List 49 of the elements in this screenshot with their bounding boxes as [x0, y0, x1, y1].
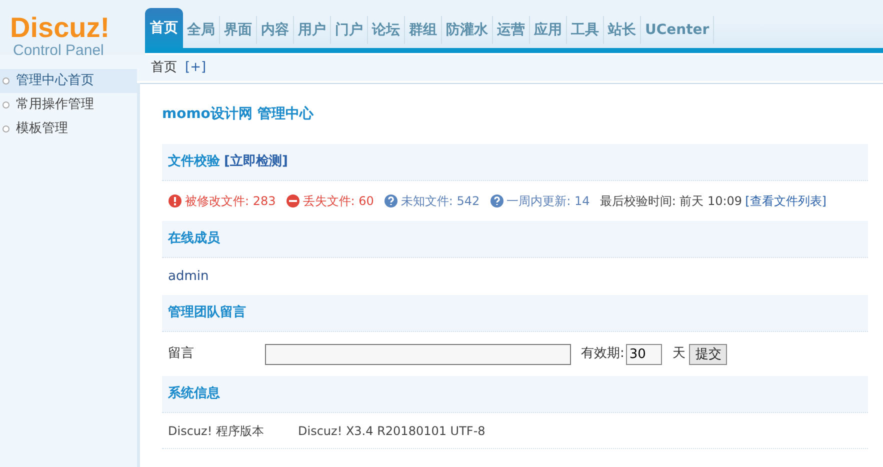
member-link[interactable]: admin [168, 266, 209, 286]
nav-tab[interactable]: 站长 [604, 16, 641, 44]
nav-tab[interactable]: 首页 [145, 8, 183, 48]
logo: Discuz! [10, 14, 111, 42]
bullet-icon [2, 125, 10, 133]
nav-tab[interactable]: 内容 [257, 16, 294, 44]
minus-circle-icon [286, 194, 300, 208]
nav-tab[interactable]: UCenter [641, 16, 714, 44]
alert-circle-icon [168, 194, 182, 208]
validity-field[interactable]: 30 [626, 344, 662, 364]
nav-tab[interactable]: 应用 [530, 16, 567, 44]
file-stat: 未知文件: 542 [400, 193, 480, 210]
logo-subtitle: Control Panel [12, 42, 105, 60]
validity-label: 有效期: [581, 345, 624, 364]
nav-tab[interactable]: 防灌水 [442, 16, 493, 44]
section-title: 在线成员 [168, 230, 220, 248]
nav-tab[interactable]: 全局 [183, 16, 220, 44]
sidebar-item[interactable]: 管理中心首页 [0, 69, 137, 93]
message-field[interactable] [265, 344, 571, 364]
file-list-link[interactable]: [查看文件列表] [745, 192, 826, 210]
page-title: momo设计网 管理中心 [162, 104, 314, 124]
file-stat: 丢失文件: 60 [302, 193, 374, 210]
last-check-time: 最后校验时间: 前天 10:09 [600, 193, 742, 210]
info-label: Discuz! 程序版本 [168, 422, 265, 440]
file-stat: 一周内更新: 14 [506, 193, 590, 210]
section-title: 管理团队留言 [168, 304, 246, 322]
nav-tab[interactable]: 群组 [405, 16, 442, 44]
help-circle-icon [490, 194, 504, 208]
submit-button[interactable]: 提交 [689, 344, 728, 364]
nav-tab[interactable]: 工具 [567, 16, 604, 44]
check-now-link[interactable]: [立即检测] [224, 152, 288, 172]
sidebar-item[interactable]: 模板管理 [0, 117, 137, 141]
info-value: Discuz! X3.4 R20180101 UTF-8 [298, 422, 486, 440]
sidebar-item[interactable]: 常用操作管理 [0, 93, 137, 117]
bullet-icon [2, 77, 10, 85]
nav-tab[interactable]: 运营 [493, 16, 530, 44]
message-label: 留言 [168, 345, 195, 364]
breadcrumb: 首页 [151, 59, 177, 78]
section-title: 系统信息 [168, 384, 220, 404]
file-stat: 被修改文件: 283 [185, 193, 276, 210]
nav-tab[interactable]: 论坛 [368, 16, 405, 44]
nav-tab[interactable]: 用户 [294, 16, 331, 44]
days-unit: 天 [672, 345, 686, 364]
nav-tab[interactable]: 界面 [220, 16, 257, 44]
help-circle-icon [384, 194, 398, 208]
nav-tab[interactable]: 门户 [331, 16, 368, 44]
bullet-icon [2, 101, 10, 109]
section-title: 文件校验 [168, 152, 220, 172]
add-shortcut-link[interactable]: [+] [185, 58, 206, 78]
